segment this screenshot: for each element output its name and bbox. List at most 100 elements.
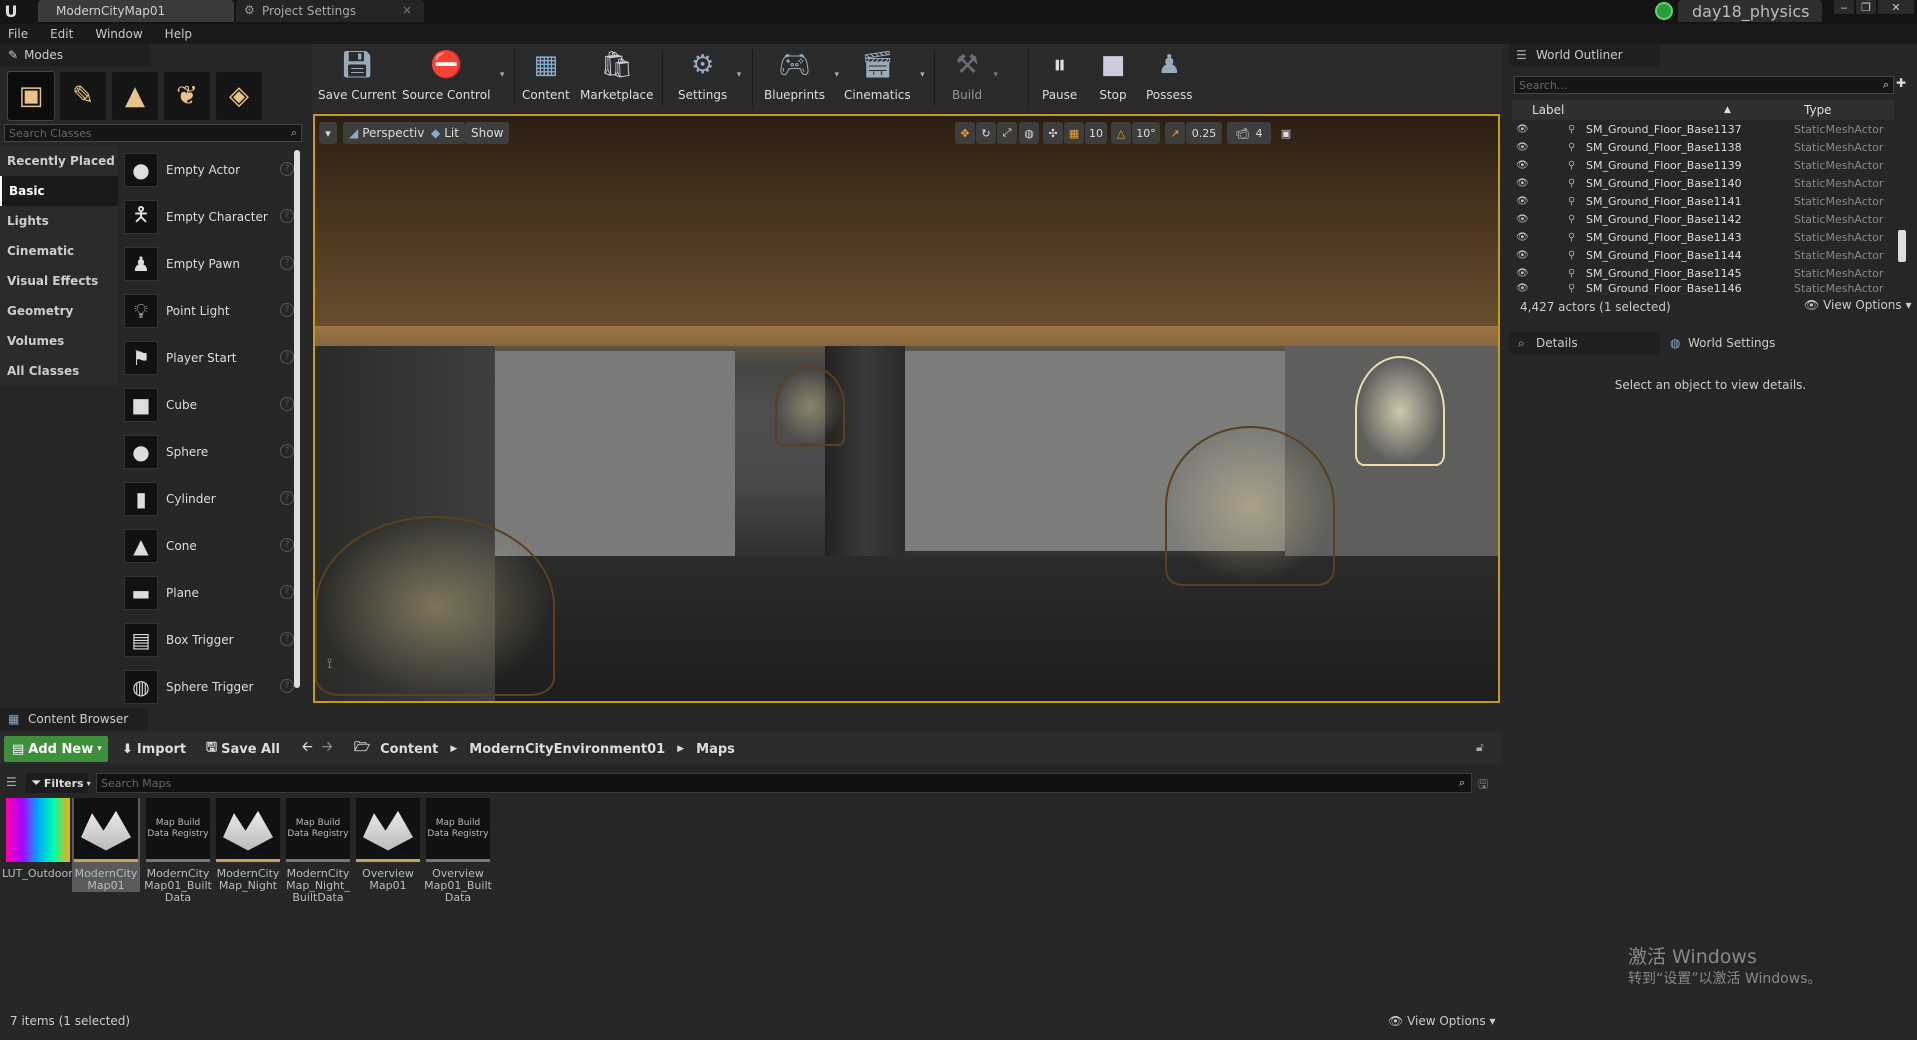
minimize-button[interactable]: ‒ bbox=[1834, 0, 1854, 14]
help-icon[interactable]: ? bbox=[280, 585, 294, 599]
column-label[interactable]: Label bbox=[1532, 103, 1724, 117]
outliner-row[interactable]: 👁︎ ⚲ SM_Ground_Floor_Base1143 StaticMeshAct… bbox=[1512, 228, 1892, 246]
help-icon[interactable]: ? bbox=[280, 632, 294, 646]
help-icon[interactable]: ? bbox=[280, 538, 294, 552]
category-volumes[interactable]: Volumes bbox=[0, 326, 118, 356]
menu-window[interactable]: Window bbox=[95, 27, 142, 41]
help-icon[interactable]: ? bbox=[280, 350, 294, 364]
chevron-down-icon[interactable]: ▾ bbox=[834, 70, 839, 80]
scale-snap-value[interactable]: 0.25 bbox=[1186, 122, 1222, 144]
geometry-mode-icon[interactable]: ◈ bbox=[216, 72, 262, 120]
outliner-row[interactable]: 👁︎ ⚲ SM_Ground_Floor_Base1146 StaticMeshAct… bbox=[1512, 282, 1892, 294]
maximize-viewport-icon[interactable]: ▣ bbox=[1277, 122, 1295, 144]
outliner-row[interactable]: 👁︎ ⚲ SM_Ground_Floor_Base1137 StaticMeshAct… bbox=[1512, 120, 1892, 138]
help-icon[interactable]: ? bbox=[280, 256, 294, 270]
content-browser-tab[interactable]: ▦ Content Browser bbox=[0, 708, 148, 730]
class-item[interactable]: ▲ Cone? bbox=[120, 522, 294, 569]
chevron-right-icon[interactable]: ▶ bbox=[677, 744, 684, 754]
grid-snap-icon[interactable]: ▦ bbox=[1064, 122, 1084, 144]
lit-button[interactable]: ◆ Lit bbox=[425, 122, 465, 144]
help-icon[interactable]: ? bbox=[280, 303, 294, 317]
source-control-status-icon[interactable] bbox=[1655, 2, 1673, 20]
help-icon[interactable]: ? bbox=[280, 679, 294, 693]
add-folder-icon[interactable]: ✚ bbox=[1896, 76, 1910, 94]
breadcrumb-maps[interactable]: Maps bbox=[696, 742, 735, 757]
close-icon[interactable]: × bbox=[402, 3, 412, 17]
translate-icon[interactable]: ✥ bbox=[955, 122, 975, 144]
eye-icon[interactable]: 👁︎ bbox=[1516, 214, 1532, 225]
blueprints-button[interactable]: 🎮︎ Blueprints ▾ bbox=[764, 48, 839, 108]
landscape-mode-icon[interactable]: ▲ bbox=[112, 72, 158, 120]
grid-snap-value[interactable]: 10 bbox=[1085, 122, 1107, 144]
class-item[interactable]: ● Sphere? bbox=[120, 428, 294, 475]
save-search-icon[interactable]: 🖫 bbox=[1478, 775, 1488, 796]
asset-tile[interactable]: Map Build Data Registry ModernCity Map_N… bbox=[284, 798, 352, 904]
chevron-right-icon[interactable]: ▶ bbox=[450, 744, 457, 754]
eye-icon[interactable]: 👁︎ bbox=[1516, 283, 1532, 294]
breadcrumb-content[interactable]: Content bbox=[380, 742, 438, 757]
save-all-button[interactable]: 🖫 Save All bbox=[206, 736, 280, 762]
asset-tile[interactable]: ModernCity Map_Night bbox=[214, 798, 282, 892]
help-icon[interactable]: ? bbox=[280, 209, 294, 223]
help-icon[interactable]: ? bbox=[280, 444, 294, 458]
add-new-button[interactable]: ▤ Add New ▾ bbox=[4, 736, 108, 762]
category-all-classes[interactable]: All Classes bbox=[0, 356, 118, 386]
eye-icon[interactable]: 👁︎ bbox=[1516, 160, 1532, 171]
import-button[interactable]: ⬇ Import bbox=[122, 736, 186, 762]
class-item[interactable]: ■ Cube? bbox=[120, 381, 294, 428]
camera-speed-button[interactable]: 📹︎ 4 bbox=[1227, 122, 1271, 144]
breadcrumb-environment[interactable]: ModernCityEnvironment01 bbox=[469, 742, 665, 757]
menu-file[interactable]: File bbox=[8, 27, 28, 41]
category-cinematic[interactable]: Cinematic bbox=[0, 236, 118, 266]
level-viewport[interactable]: ⟟ ▾ ◢ Perspective ◆ Lit Show ✥ ↻ ⤢ ◍ ✣ ▦ 1… bbox=[313, 114, 1500, 703]
class-item[interactable]: ◍ Sphere Trigger? bbox=[120, 663, 294, 710]
asset-tile[interactable]: Map Build Data Registry ModernCity Map01… bbox=[144, 798, 212, 904]
class-item[interactable]: ● Empty Actor? bbox=[120, 146, 294, 193]
paint-mode-icon[interactable]: ✎ bbox=[60, 72, 106, 120]
surface-snap-icon[interactable]: ✣ bbox=[1043, 122, 1063, 144]
stop-button[interactable]: ■ Stop bbox=[1096, 48, 1130, 108]
class-item[interactable]: 🯅 Empty Character? bbox=[120, 193, 294, 240]
search-maps-input[interactable]: Search Maps ⌕ bbox=[96, 773, 1472, 793]
category-recently-placed[interactable]: Recently Placed bbox=[0, 146, 118, 176]
class-item[interactable]: ▮ Cylinder? bbox=[120, 475, 294, 522]
content-button[interactable]: ▦ Content bbox=[522, 48, 570, 108]
lock-icon[interactable]: 🔓︎ bbox=[1476, 740, 1484, 755]
eye-icon[interactable]: 👁︎ bbox=[1516, 268, 1532, 279]
chevron-down-icon[interactable]: ▾ bbox=[500, 70, 505, 80]
outliner-row[interactable]: 👁︎ ⚲ SM_Ground_Floor_Base1141 StaticMeshAct… bbox=[1512, 192, 1892, 210]
possess-button[interactable]: ♟ Possess bbox=[1146, 48, 1193, 108]
place-mode-icon[interactable]: ▣ bbox=[7, 71, 55, 121]
chevron-down-icon[interactable]: ▾ bbox=[920, 70, 925, 80]
help-icon[interactable]: ? bbox=[280, 397, 294, 411]
outliner-row[interactable]: 👁︎ ⚲ SM_Ground_Floor_Base1138 StaticMeshAct… bbox=[1512, 138, 1892, 156]
class-item[interactable]: ⚑ Player Start? bbox=[120, 334, 294, 381]
eye-icon[interactable]: 👁︎ bbox=[1516, 196, 1532, 207]
class-list-scrollbar[interactable] bbox=[294, 150, 300, 688]
outliner-row[interactable]: 👁︎ ⚲ SM_Ground_Floor_Base1144 StaticMeshAct… bbox=[1512, 246, 1892, 264]
source-control-button[interactable]: ⛔ Source Control ▾ bbox=[402, 48, 504, 108]
outliner-row[interactable]: 👁︎ ⚲ SM_Ground_Floor_Base1145 StaticMeshAct… bbox=[1512, 264, 1892, 282]
asset-tile[interactable]: Overview Map01 bbox=[354, 798, 422, 892]
help-icon[interactable]: ? bbox=[280, 491, 294, 505]
outliner-scrollbar[interactable] bbox=[1898, 230, 1906, 262]
scale-snap-icon[interactable]: ↗ bbox=[1165, 122, 1185, 144]
eye-icon[interactable]: 👁︎ bbox=[1516, 232, 1532, 243]
menu-edit[interactable]: Edit bbox=[50, 27, 73, 41]
tab-map[interactable]: ModernCityMap01 bbox=[38, 0, 234, 22]
perspective-button[interactable]: ◢ Perspective bbox=[343, 122, 438, 144]
close-window-button[interactable]: ✕ bbox=[1878, 0, 1914, 14]
build-button[interactable]: ⚒ Build ▾ bbox=[950, 48, 998, 108]
outliner-view-options[interactable]: 👁︎ View Options ▾ bbox=[1804, 298, 1912, 312]
category-geometry[interactable]: Geometry bbox=[0, 296, 118, 326]
rotation-snap-value[interactable]: 10° bbox=[1132, 122, 1160, 144]
asset-tile[interactable]: Map Build Data Registry Overview Map01_B… bbox=[424, 798, 492, 904]
outliner-search-input[interactable]: Search... ⌕ bbox=[1514, 76, 1894, 94]
world-outliner-tab[interactable]: ☰ World Outliner bbox=[1510, 44, 1660, 66]
class-item[interactable]: ▬ Plane? bbox=[120, 569, 294, 616]
cinematics-button[interactable]: 🎬︎ Cinematics ▾ bbox=[844, 48, 925, 108]
eye-icon[interactable]: 👁︎ bbox=[1516, 124, 1532, 135]
chevron-down-icon[interactable]: ▾ bbox=[737, 70, 742, 80]
column-type[interactable]: Type bbox=[1804, 103, 1832, 117]
outliner-row[interactable]: 👁︎ ⚲ SM_Ground_Floor_Base1142 StaticMeshAct… bbox=[1512, 210, 1892, 228]
